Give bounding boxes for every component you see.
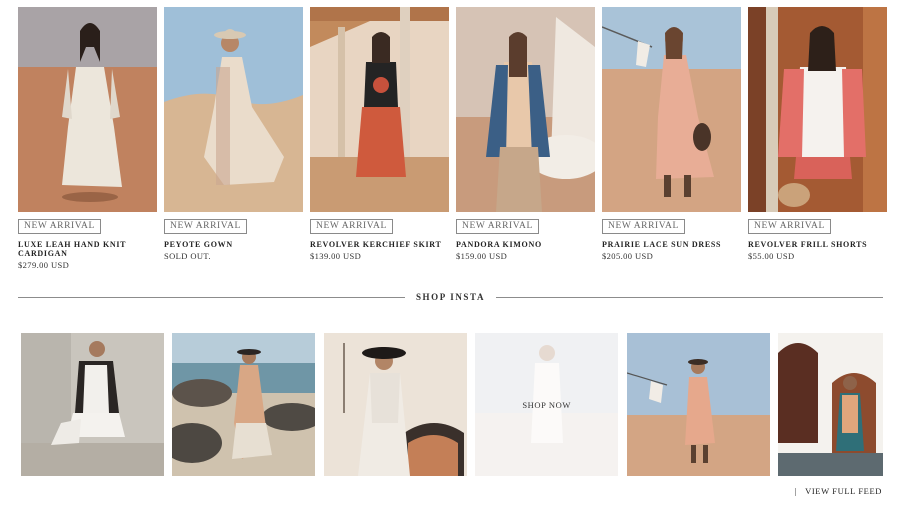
- product-price: $55.00 USD: [748, 251, 795, 261]
- new-arrival-badge: NEW ARRIVAL: [602, 219, 685, 234]
- product-grid: NEW ARRIVAL LUXE LEAH HAND KNIT CARDIGAN…: [18, 7, 887, 270]
- product-card[interactable]: NEW ARRIVAL PEYOTE GOWN SOLD OUT.: [164, 7, 303, 270]
- divider-line: [496, 296, 884, 298]
- new-arrival-badge: NEW ARRIVAL: [456, 219, 539, 234]
- insta-post[interactable]: [626, 333, 770, 476]
- new-arrival-badge: NEW ARRIVAL: [18, 219, 101, 234]
- new-arrival-badge: NEW ARRIVAL: [748, 219, 831, 234]
- product-price: $159.00 USD: [456, 251, 508, 261]
- shop-insta-title: SHOP INSTA: [415, 292, 486, 302]
- product-name[interactable]: PRAIRIE LACE SUN DRESS: [602, 240, 741, 249]
- insta-post-shop-now[interactable]: SHOP NOW: [475, 333, 619, 476]
- product-card[interactable]: NEW ARRIVAL REVOLVER KERCHIEF SKIRT $139…: [310, 7, 449, 270]
- product-image[interactable]: [18, 7, 157, 212]
- shop-now-overlay[interactable]: SHOP NOW: [475, 333, 619, 476]
- shop-insta-header: SHOP INSTA: [18, 290, 884, 304]
- divider-line: [18, 296, 405, 298]
- product-image[interactable]: [456, 7, 595, 212]
- product-price: $139.00 USD: [310, 251, 362, 261]
- product-price: $205.00 USD: [602, 251, 654, 261]
- view-full-feed-link[interactable]: VIEW FULL FEED: [805, 486, 882, 496]
- new-arrival-badge: NEW ARRIVAL: [164, 219, 247, 234]
- shop-now-link[interactable]: SHOP NOW: [522, 400, 571, 410]
- separator: |: [794, 486, 798, 496]
- product-card[interactable]: NEW ARRIVAL PANDORA KIMONO $159.00 USD: [456, 7, 595, 270]
- insta-post[interactable]: [323, 333, 467, 476]
- insta-post[interactable]: [777, 333, 883, 476]
- product-image[interactable]: [748, 7, 887, 212]
- insta-post[interactable]: [21, 333, 164, 476]
- product-price: SOLD OUT.: [164, 251, 211, 261]
- product-name[interactable]: REVOLVER KERCHIEF SKIRT: [310, 240, 449, 249]
- product-name[interactable]: PANDORA KIMONO: [456, 240, 595, 249]
- product-image[interactable]: [164, 7, 303, 212]
- product-name[interactable]: PEYOTE GOWN: [164, 240, 303, 249]
- new-arrival-badge: NEW ARRIVAL: [310, 219, 393, 234]
- product-price: $279.00 USD: [18, 260, 70, 270]
- product-card[interactable]: NEW ARRIVAL REVOLVER FRILL SHORTS $55.00…: [748, 7, 887, 270]
- product-image[interactable]: [602, 7, 741, 212]
- product-card[interactable]: NEW ARRIVAL LUXE LEAH HAND KNIT CARDIGAN…: [18, 7, 157, 270]
- insta-feed: SHOP NOW: [21, 333, 883, 476]
- view-full-feed[interactable]: | VIEW FULL FEED: [795, 486, 882, 496]
- product-card[interactable]: NEW ARRIVAL PRAIRIE LACE SUN DRESS $205.…: [602, 7, 741, 270]
- product-image[interactable]: [310, 7, 449, 212]
- insta-post[interactable]: [172, 333, 316, 476]
- product-name[interactable]: REVOLVER FRILL SHORTS: [748, 240, 887, 249]
- product-name[interactable]: LUXE LEAH HAND KNIT CARDIGAN: [18, 240, 157, 258]
